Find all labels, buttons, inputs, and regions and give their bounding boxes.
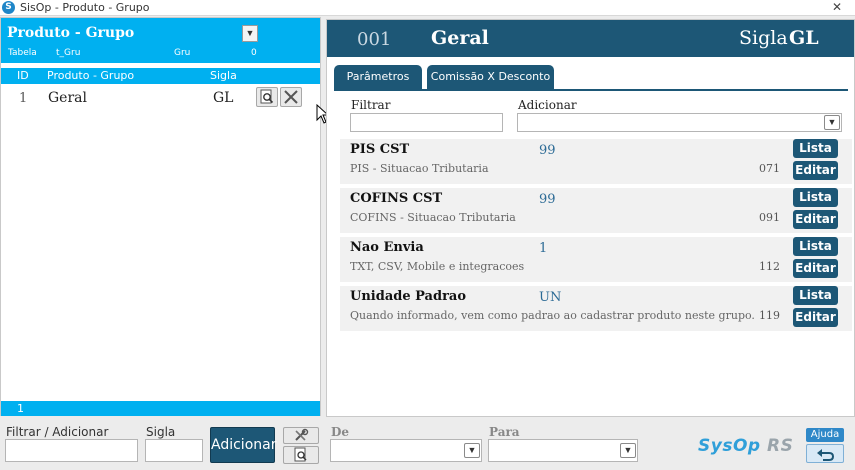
param-name: Unidade Padrao — [350, 289, 467, 304]
param-description: PIS - Situacao Tributaria — [350, 162, 489, 175]
de-select[interactable]: ▼ — [330, 439, 482, 462]
close-button[interactable]: ✕ — [829, 0, 845, 16]
param-value: 1 — [539, 241, 548, 256]
search-button[interactable] — [283, 446, 319, 464]
meta-field: Gru — [174, 48, 191, 58]
param-code: 119 — [759, 309, 780, 322]
undo-arrow-icon — [817, 449, 835, 461]
view-record-button[interactable] — [256, 87, 278, 107]
magnify-document-icon — [294, 447, 307, 462]
add-button[interactable]: Adicionar — [210, 427, 276, 463]
magnify-document-icon — [260, 89, 274, 104]
meta-count: 0 — [251, 48, 257, 58]
param-value: 99 — [539, 192, 556, 207]
group-list-panel: Produto - Grupo ▼ Tabela t_Gru Gru 0 ID … — [0, 17, 321, 416]
param-value: 99 — [539, 143, 556, 158]
sigla-field-label: Sigla — [146, 425, 176, 439]
chevron-down-icon[interactable]: ▼ — [824, 115, 840, 130]
param-row-pis-cst: PIS CST PIS - Situacao Tributaria 99 071… — [340, 139, 852, 184]
param-code: 071 — [759, 162, 780, 175]
group-name: Geral — [431, 27, 489, 49]
group-list-title: Produto - Grupo — [7, 25, 135, 41]
title-bar: S SisOp - Produto - Grupo ✕ — [0, 0, 855, 16]
lista-button[interactable]: Lista — [793, 286, 838, 305]
param-description: COFINS - Situacao Tributaria — [350, 211, 516, 224]
column-header: ID Produto - Grupo Sigla — [1, 68, 320, 84]
add-label: Adicionar — [518, 98, 577, 112]
brand-suffix: RS — [767, 436, 794, 456]
editar-button[interactable]: Editar — [793, 161, 838, 180]
record-count: 1 — [17, 402, 24, 415]
chevron-down-icon[interactable]: ▼ — [620, 443, 636, 458]
param-code: 091 — [759, 211, 780, 224]
help-button[interactable]: Ajuda — [806, 428, 844, 442]
filter-label: Filtrar — [351, 98, 391, 112]
column-sigla[interactable]: Sigla — [210, 69, 237, 82]
app-logo-icon: S — [2, 1, 15, 14]
column-id[interactable]: ID — [17, 69, 29, 82]
lista-button[interactable]: Lista — [793, 188, 838, 207]
detail-header: 001 Geral Sigla GL — [327, 20, 854, 57]
chevron-down-icon[interactable]: ▼ — [464, 443, 480, 458]
editar-button[interactable]: Editar — [793, 210, 838, 229]
param-name: COFINS CST — [350, 191, 443, 206]
delete-record-button[interactable] — [280, 87, 302, 107]
sigla-label: Sigla — [739, 27, 788, 49]
column-grupo[interactable]: Produto - Grupo — [47, 69, 134, 82]
row-sigla: GL — [213, 90, 234, 106]
para-select[interactable]: ▼ — [488, 439, 638, 462]
param-code: 112 — [759, 260, 780, 273]
group-list-header: Produto - Grupo ▼ Tabela t_Gru Gru 0 — [1, 18, 320, 63]
chevron-down-icon[interactable]: ▼ — [242, 25, 258, 42]
row-name: Geral — [48, 90, 87, 106]
group-code: 001 — [357, 29, 392, 50]
param-name: PIS CST — [350, 142, 410, 157]
close-icon — [284, 90, 298, 104]
meta-table-name: t_Gru — [56, 48, 81, 58]
lista-button[interactable]: Lista — [793, 237, 838, 256]
row-id: 1 — [19, 91, 28, 106]
sigla-input[interactable] — [145, 439, 203, 462]
filter-input[interactable] — [350, 113, 503, 132]
param-description: TXT, CSV, Mobile e integracoes — [350, 260, 525, 273]
filter-add-input[interactable] — [5, 439, 138, 462]
editar-button[interactable]: Editar — [793, 259, 838, 278]
lista-button[interactable]: Lista — [793, 139, 838, 158]
param-row-cofins-cst: COFINS CST COFINS - Situacao Tributaria … — [340, 188, 852, 233]
tab-underline — [334, 89, 848, 91]
meta-tabela-label: Tabela — [8, 48, 37, 58]
para-label: Para — [489, 425, 520, 439]
sigla-value: GL — [789, 27, 819, 49]
tab-parametros[interactable]: Parâmetros — [334, 65, 422, 90]
tools-button[interactable] — [283, 427, 319, 444]
back-button[interactable] — [806, 444, 844, 463]
group-list-footer: 1 — [1, 401, 320, 416]
tools-icon — [295, 428, 309, 441]
de-label: De — [331, 425, 350, 439]
brand-main: SysOp — [698, 436, 761, 456]
filter-add-label: Filtrar / Adicionar — [6, 425, 109, 439]
tab-comissao-desconto[interactable]: Comissão X Desconto — [427, 65, 554, 90]
brand-logo: SysOp RS — [698, 436, 793, 456]
add-parameter-select[interactable]: ▼ — [517, 113, 842, 132]
window-title: SisOp - Produto - Grupo — [20, 1, 150, 14]
param-name: Nao Envia — [350, 240, 424, 255]
editar-button[interactable]: Editar — [793, 308, 838, 327]
param-row-nao-envia: Nao Envia TXT, CSV, Mobile e integracoes… — [340, 237, 852, 282]
group-detail-panel: 001 Geral Sigla GL Parâmetros Comissão X… — [326, 19, 855, 417]
param-row-unidade-padrao: Unidade Padrao Quando informado, vem com… — [340, 286, 852, 331]
param-value: UN — [539, 290, 562, 305]
param-description: Quando informado, vem como padrao ao cad… — [350, 309, 755, 322]
table-row[interactable]: 1 Geral GL — [1, 86, 320, 110]
